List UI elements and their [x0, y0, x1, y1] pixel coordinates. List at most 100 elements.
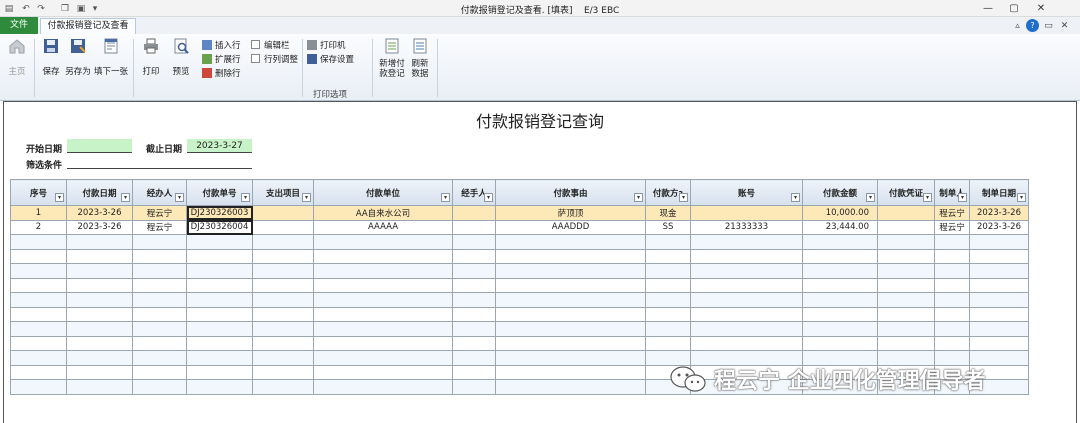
preview-button[interactable]: 预览	[170, 37, 192, 77]
table-cell[interactable]	[186, 306, 253, 322]
table-cell[interactable]	[877, 292, 935, 308]
table-cell[interactable]	[452, 219, 496, 235]
table-cell[interactable]	[10, 277, 67, 293]
table-cell[interactable]	[877, 306, 935, 322]
table-cell[interactable]	[132, 335, 187, 351]
table-cell[interactable]: 程云宁	[132, 219, 187, 235]
filter-dropdown-icon[interactable]: ▾	[791, 193, 800, 202]
paste-icon[interactable]: ▣	[74, 2, 88, 15]
table-cell[interactable]	[690, 292, 803, 308]
table-cell[interactable]	[495, 306, 646, 322]
row-col-adjust-toggle[interactable]: 行列调整	[251, 52, 298, 65]
expand-row-button[interactable]: 扩展行	[202, 52, 241, 65]
column-header[interactable]: 付款日期 ▾	[66, 179, 133, 206]
table-row[interactable]: 1 2023-3-26 程云宁 DJ230326003 AA自来水公司 萨顶顶 现金 10,0…	[10, 205, 1029, 221]
table-cell[interactable]	[645, 248, 691, 264]
table-cell[interactable]	[690, 248, 803, 264]
app-menu-icon[interactable]: ▤	[3, 2, 15, 15]
table-cell[interactable]	[252, 306, 314, 322]
table-cell[interactable]	[66, 350, 133, 366]
table-cell[interactable]	[186, 379, 253, 395]
column-header[interactable]: 经办人 ▾	[132, 179, 187, 206]
table-cell[interactable]	[934, 234, 970, 250]
maximize-button[interactable]: ▢	[1001, 1, 1027, 16]
table-cell[interactable]	[877, 234, 935, 250]
table-cell[interactable]	[877, 321, 935, 337]
undo-icon[interactable]: ↶	[19, 2, 33, 15]
table-cell[interactable]	[186, 335, 253, 351]
table-row[interactable]: 2 2023-3-26 程云宁 DJ230326004 AAAAA AAADDD SS 213…	[10, 219, 1029, 235]
table-cell[interactable]	[934, 292, 970, 308]
table-cell[interactable]	[690, 234, 803, 250]
table-cell[interactable]	[452, 350, 496, 366]
save-as-button[interactable]: 另存为	[64, 37, 92, 77]
table-row[interactable]	[10, 234, 1029, 250]
table-cell[interactable]	[969, 335, 1029, 351]
table-cell[interactable]	[877, 219, 935, 235]
filter-dropdown-icon[interactable]: ▾	[634, 193, 643, 202]
table-cell[interactable]	[186, 364, 253, 380]
save-button[interactable]: 保存	[39, 37, 63, 77]
table-cell[interactable]: 2023-3-26	[969, 205, 1029, 221]
table-cell[interactable]	[934, 263, 970, 279]
table-cell[interactable]	[452, 306, 496, 322]
printer-button[interactable]: 打印机	[307, 38, 346, 51]
table-cell[interactable]	[132, 321, 187, 337]
table-cell[interactable]	[495, 364, 646, 380]
table-cell[interactable]	[66, 292, 133, 308]
table-cell[interactable]	[690, 321, 803, 337]
table-cell[interactable]: DJ230326004	[186, 219, 253, 235]
table-cell[interactable]	[10, 364, 67, 380]
customize-toolbar-icon[interactable]: ▾	[90, 2, 100, 15]
table-cell[interactable]	[252, 379, 314, 395]
table-cell[interactable]: 程云宁	[934, 205, 970, 221]
table-cell[interactable]	[313, 306, 453, 322]
table-cell[interactable]	[66, 263, 133, 279]
table-cell[interactable]	[132, 277, 187, 293]
edit-bar-toggle[interactable]: 编辑栏	[251, 38, 290, 51]
table-cell[interactable]	[132, 292, 187, 308]
table-cell[interactable]: 2	[10, 219, 67, 235]
table-cell[interactable]	[645, 292, 691, 308]
table-cell[interactable]	[313, 292, 453, 308]
table-cell[interactable]	[10, 321, 67, 337]
table-cell[interactable]	[802, 234, 878, 250]
table-cell[interactable]: AAADDD	[495, 219, 646, 235]
table-cell[interactable]	[934, 306, 970, 322]
table-cell[interactable]: AAAAA	[313, 219, 453, 235]
table-cell[interactable]	[969, 248, 1029, 264]
table-cell[interactable]	[645, 306, 691, 322]
table-cell[interactable]: 1	[10, 205, 67, 221]
table-cell[interactable]	[645, 321, 691, 337]
table-cell[interactable]	[252, 277, 314, 293]
table-cell[interactable]	[969, 292, 1029, 308]
table-cell[interactable]	[877, 248, 935, 264]
redo-icon[interactable]: ↷	[34, 2, 48, 15]
table-cell[interactable]	[313, 379, 453, 395]
table-cell[interactable]	[10, 263, 67, 279]
table-cell[interactable]	[495, 350, 646, 366]
insert-row-button[interactable]: 插入行	[202, 38, 241, 51]
table-cell[interactable]: SS	[645, 219, 691, 235]
table-cell[interactable]	[10, 292, 67, 308]
table-row[interactable]	[10, 321, 1029, 337]
help-icon[interactable]: ?	[1026, 19, 1039, 32]
filter-dropdown-icon[interactable]: ▾	[679, 193, 688, 202]
table-cell[interactable]	[66, 306, 133, 322]
table-cell[interactable]	[495, 292, 646, 308]
table-cell[interactable]	[186, 248, 253, 264]
table-cell[interactable]	[132, 263, 187, 279]
table-cell[interactable]	[645, 277, 691, 293]
filter-dropdown-icon[interactable]: ▾	[484, 193, 493, 202]
column-header[interactable]: 付款金额 ▾	[802, 179, 878, 206]
table-cell[interactable]	[452, 335, 496, 351]
table-row[interactable]	[10, 277, 1029, 293]
table-cell[interactable]	[802, 306, 878, 322]
column-header[interactable]: 序号 ▾	[10, 179, 67, 206]
table-cell[interactable]	[452, 234, 496, 250]
table-cell[interactable]	[313, 364, 453, 380]
minimize-ribbon-icon[interactable]: ▵	[1011, 19, 1024, 32]
refresh-data-button[interactable]: 刷新 数据	[409, 37, 431, 79]
row-col-adjust-checkbox[interactable]	[251, 54, 260, 63]
filter-dropdown-icon[interactable]: ▾	[958, 193, 967, 202]
